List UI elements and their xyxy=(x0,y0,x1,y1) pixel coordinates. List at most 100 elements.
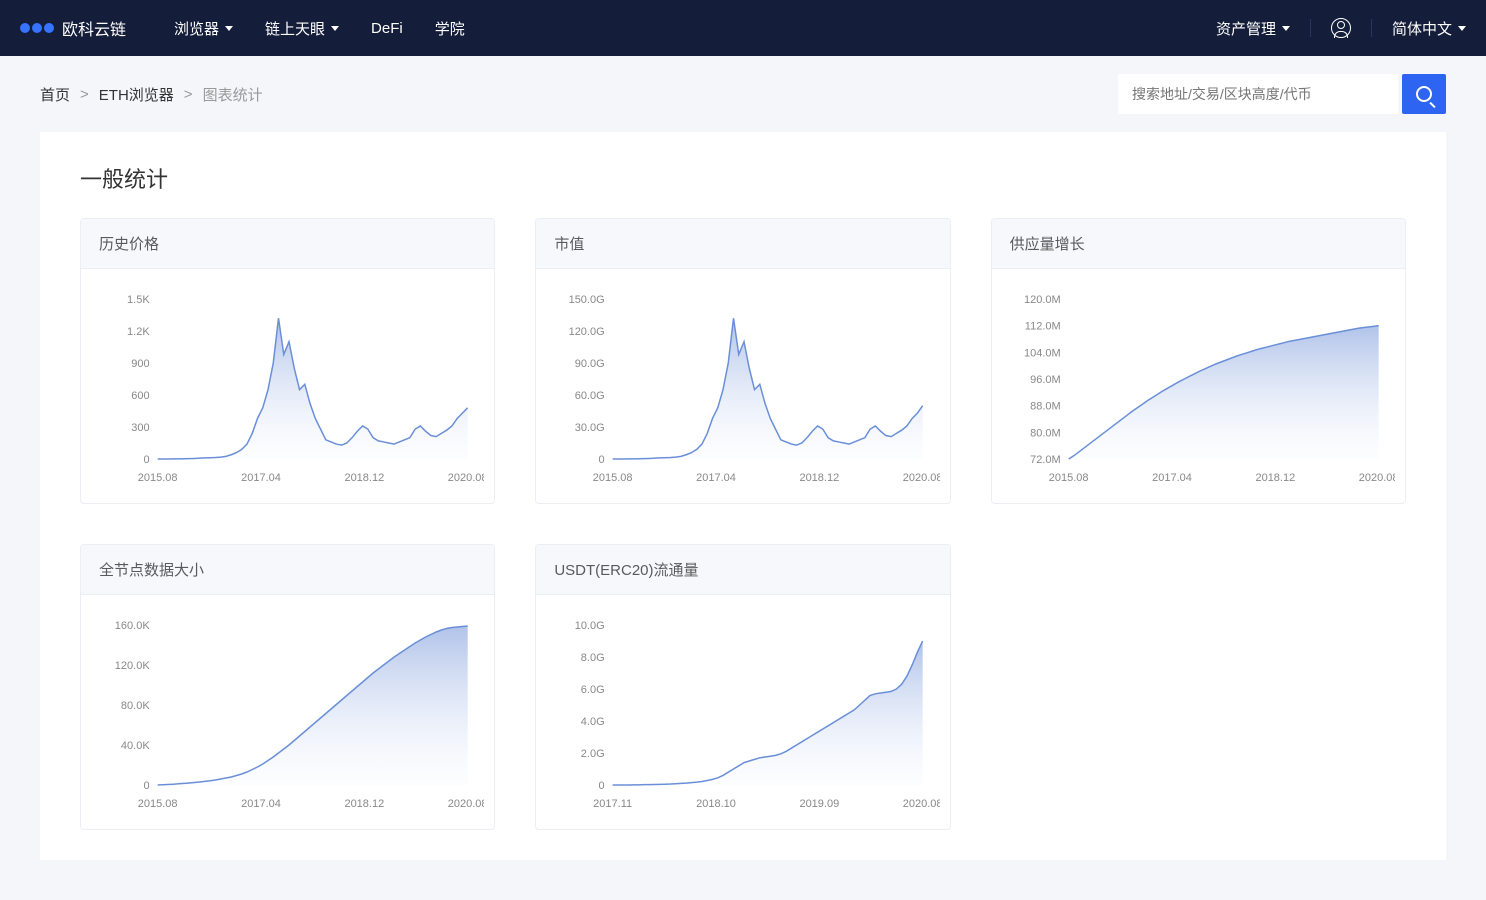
svg-text:120.0K: 120.0K xyxy=(115,660,151,672)
chart-title: USDT(ERC20)流通量 xyxy=(536,545,949,595)
svg-text:120.0M: 120.0M xyxy=(1024,294,1061,306)
chart-card-price[interactable]: 历史价格 03006009001.2K1.5K2015.082017.04201… xyxy=(80,218,495,504)
svg-text:900: 900 xyxy=(131,358,149,370)
svg-text:2020.08: 2020.08 xyxy=(448,798,485,810)
language-label: 简体中文 xyxy=(1392,18,1452,39)
svg-text:2018.12: 2018.12 xyxy=(1255,472,1295,484)
nav-academy[interactable]: 学院 xyxy=(435,18,465,39)
svg-text:0: 0 xyxy=(144,454,150,466)
chart-svg-supply: 72.0M80.0M88.0M96.0M104.0M112.0M120.0M20… xyxy=(1002,289,1395,489)
svg-text:2019.09: 2019.09 xyxy=(800,798,840,810)
chart-body: 03006009001.2K1.5K2015.082017.042018.122… xyxy=(81,269,494,503)
breadcrumb-current: 图表统计 xyxy=(203,84,263,105)
nav-browser[interactable]: 浏览器 xyxy=(174,18,233,39)
nav-defi-label: DeFi xyxy=(371,20,403,37)
svg-text:2015.08: 2015.08 xyxy=(1048,472,1088,484)
svg-text:10.0G: 10.0G xyxy=(575,620,605,632)
chart-body: 040.0K80.0K120.0K160.0K2015.082017.04201… xyxy=(81,595,494,829)
asset-management[interactable]: 资产管理 xyxy=(1216,18,1290,39)
chart-svg-marketcap: 030.0G60.0G90.0G120.0G150.0G2015.082017.… xyxy=(546,289,939,489)
svg-text:104.0M: 104.0M xyxy=(1024,347,1061,359)
nav-onchain-label: 链上天眼 xyxy=(265,18,325,39)
chevron-down-icon xyxy=(1282,26,1290,31)
svg-text:600: 600 xyxy=(131,390,149,402)
chart-grid: 历史价格 03006009001.2K1.5K2015.082017.04201… xyxy=(80,218,1406,830)
content: 一般统计 历史价格 03006009001.2K1.5K2015.082017.… xyxy=(40,132,1446,860)
nav-onchain[interactable]: 链上天眼 xyxy=(265,18,339,39)
svg-text:160.0K: 160.0K xyxy=(115,620,151,632)
search-wrap xyxy=(1118,74,1446,114)
breadcrumb-explorer[interactable]: ETH浏览器 xyxy=(99,84,174,105)
chart-card-nodesize[interactable]: 全节点数据大小 040.0K80.0K120.0K160.0K2015.0820… xyxy=(80,544,495,830)
svg-text:2017.11: 2017.11 xyxy=(594,798,633,810)
chart-svg-nodesize: 040.0K80.0K120.0K160.0K2015.082017.04201… xyxy=(91,615,484,815)
asset-label: 资产管理 xyxy=(1216,18,1276,39)
svg-text:2020.08: 2020.08 xyxy=(903,472,940,484)
nav-academy-label: 学院 xyxy=(435,18,465,39)
svg-text:150.0G: 150.0G xyxy=(569,294,605,306)
chart-svg-usdt: 02.0G4.0G6.0G8.0G10.0G2017.112018.102019… xyxy=(546,615,939,815)
logo[interactable]: 欧科云链 xyxy=(20,16,126,40)
nav-defi[interactable]: DeFi xyxy=(371,18,403,39)
svg-text:88.0M: 88.0M xyxy=(1030,401,1061,413)
chart-title: 市值 xyxy=(536,219,949,269)
nav-browser-label: 浏览器 xyxy=(174,18,219,39)
breadcrumb-home[interactable]: 首页 xyxy=(40,84,70,105)
logo-text: 欧科云链 xyxy=(62,16,126,40)
svg-text:2018.12: 2018.12 xyxy=(800,472,840,484)
svg-text:90.0G: 90.0G xyxy=(575,358,605,370)
divider xyxy=(1310,19,1311,37)
svg-text:80.0K: 80.0K xyxy=(121,700,150,712)
chevron-down-icon xyxy=(225,26,233,31)
svg-text:60.0G: 60.0G xyxy=(575,390,605,402)
chart-body: 02.0G4.0G6.0G8.0G10.0G2017.112018.102019… xyxy=(536,595,949,829)
header-left: 欧科云链 浏览器 链上天眼 DeFi 学院 xyxy=(20,16,465,40)
chart-card-usdt[interactable]: USDT(ERC20)流通量 02.0G4.0G6.0G8.0G10.0G201… xyxy=(535,544,950,830)
svg-text:0: 0 xyxy=(599,454,605,466)
chart-svg-price: 03006009001.2K1.5K2015.082017.042018.122… xyxy=(91,289,484,489)
svg-text:2018.12: 2018.12 xyxy=(344,798,384,810)
svg-text:30.0G: 30.0G xyxy=(575,422,605,434)
chart-card-marketcap[interactable]: 市值 0 30.0G 60.0G 90.0G 120.0G 150.0G 2015.08 20… xyxy=(535,218,950,504)
svg-text:1.2K: 1.2K xyxy=(127,326,150,338)
svg-text:4.0G: 4.0G xyxy=(581,716,605,728)
chevron-down-icon xyxy=(1458,26,1466,31)
chart-title: 全节点数据大小 xyxy=(81,545,494,595)
svg-text:2018.10: 2018.10 xyxy=(696,798,736,810)
header-right: 资产管理 简体中文 xyxy=(1216,18,1466,39)
user-icon[interactable] xyxy=(1331,18,1351,38)
svg-text:2.0G: 2.0G xyxy=(581,748,605,760)
logo-icon xyxy=(20,23,54,33)
svg-text:2015.08: 2015.08 xyxy=(593,472,633,484)
svg-text:1.5K: 1.5K xyxy=(127,294,150,306)
language-selector[interactable]: 简体中文 xyxy=(1392,18,1466,39)
svg-text:2015.08: 2015.08 xyxy=(138,798,178,810)
svg-text:120.0G: 120.0G xyxy=(569,326,605,338)
chart-card-supply[interactable]: 供应量增长 72.0M80.0M88.0M96.0M104.0M112.0M12… xyxy=(991,218,1406,504)
search-input[interactable] xyxy=(1118,74,1398,114)
svg-text:2018.12: 2018.12 xyxy=(344,472,384,484)
chart-body: 72.0M80.0M88.0M96.0M104.0M112.0M120.0M20… xyxy=(992,269,1405,503)
svg-text:80.0M: 80.0M xyxy=(1030,427,1061,439)
svg-text:2015.08: 2015.08 xyxy=(138,472,178,484)
chart-title: 供应量增长 xyxy=(992,219,1405,269)
top-header: 欧科云链 浏览器 链上天眼 DeFi 学院 资产管理 简体中文 xyxy=(0,0,1486,56)
breadcrumb-sep: > xyxy=(184,86,193,103)
svg-text:0: 0 xyxy=(599,780,605,792)
svg-text:40.0K: 40.0K xyxy=(121,740,150,752)
divider xyxy=(1371,19,1372,37)
chart-body: 030.0G60.0G90.0G120.0G150.0G2015.082017.… xyxy=(536,269,949,503)
svg-text:112.0M: 112.0M xyxy=(1024,321,1060,333)
svg-text:2020.08: 2020.08 xyxy=(903,798,940,810)
search-icon xyxy=(1416,86,1432,102)
svg-text:2017.04: 2017.04 xyxy=(1152,472,1192,484)
breadcrumb-sep: > xyxy=(80,86,89,103)
breadcrumb: 首页 > ETH浏览器 > 图表统计 xyxy=(40,84,263,105)
search-button[interactable] xyxy=(1402,74,1446,114)
main-nav: 浏览器 链上天眼 DeFi 学院 xyxy=(174,18,465,39)
svg-text:2020.08: 2020.08 xyxy=(1358,472,1395,484)
svg-text:2017.04: 2017.04 xyxy=(241,798,281,810)
svg-text:2020.08: 2020.08 xyxy=(448,472,485,484)
section-title: 一般统计 xyxy=(80,162,1406,194)
svg-text:96.0M: 96.0M xyxy=(1030,374,1061,386)
